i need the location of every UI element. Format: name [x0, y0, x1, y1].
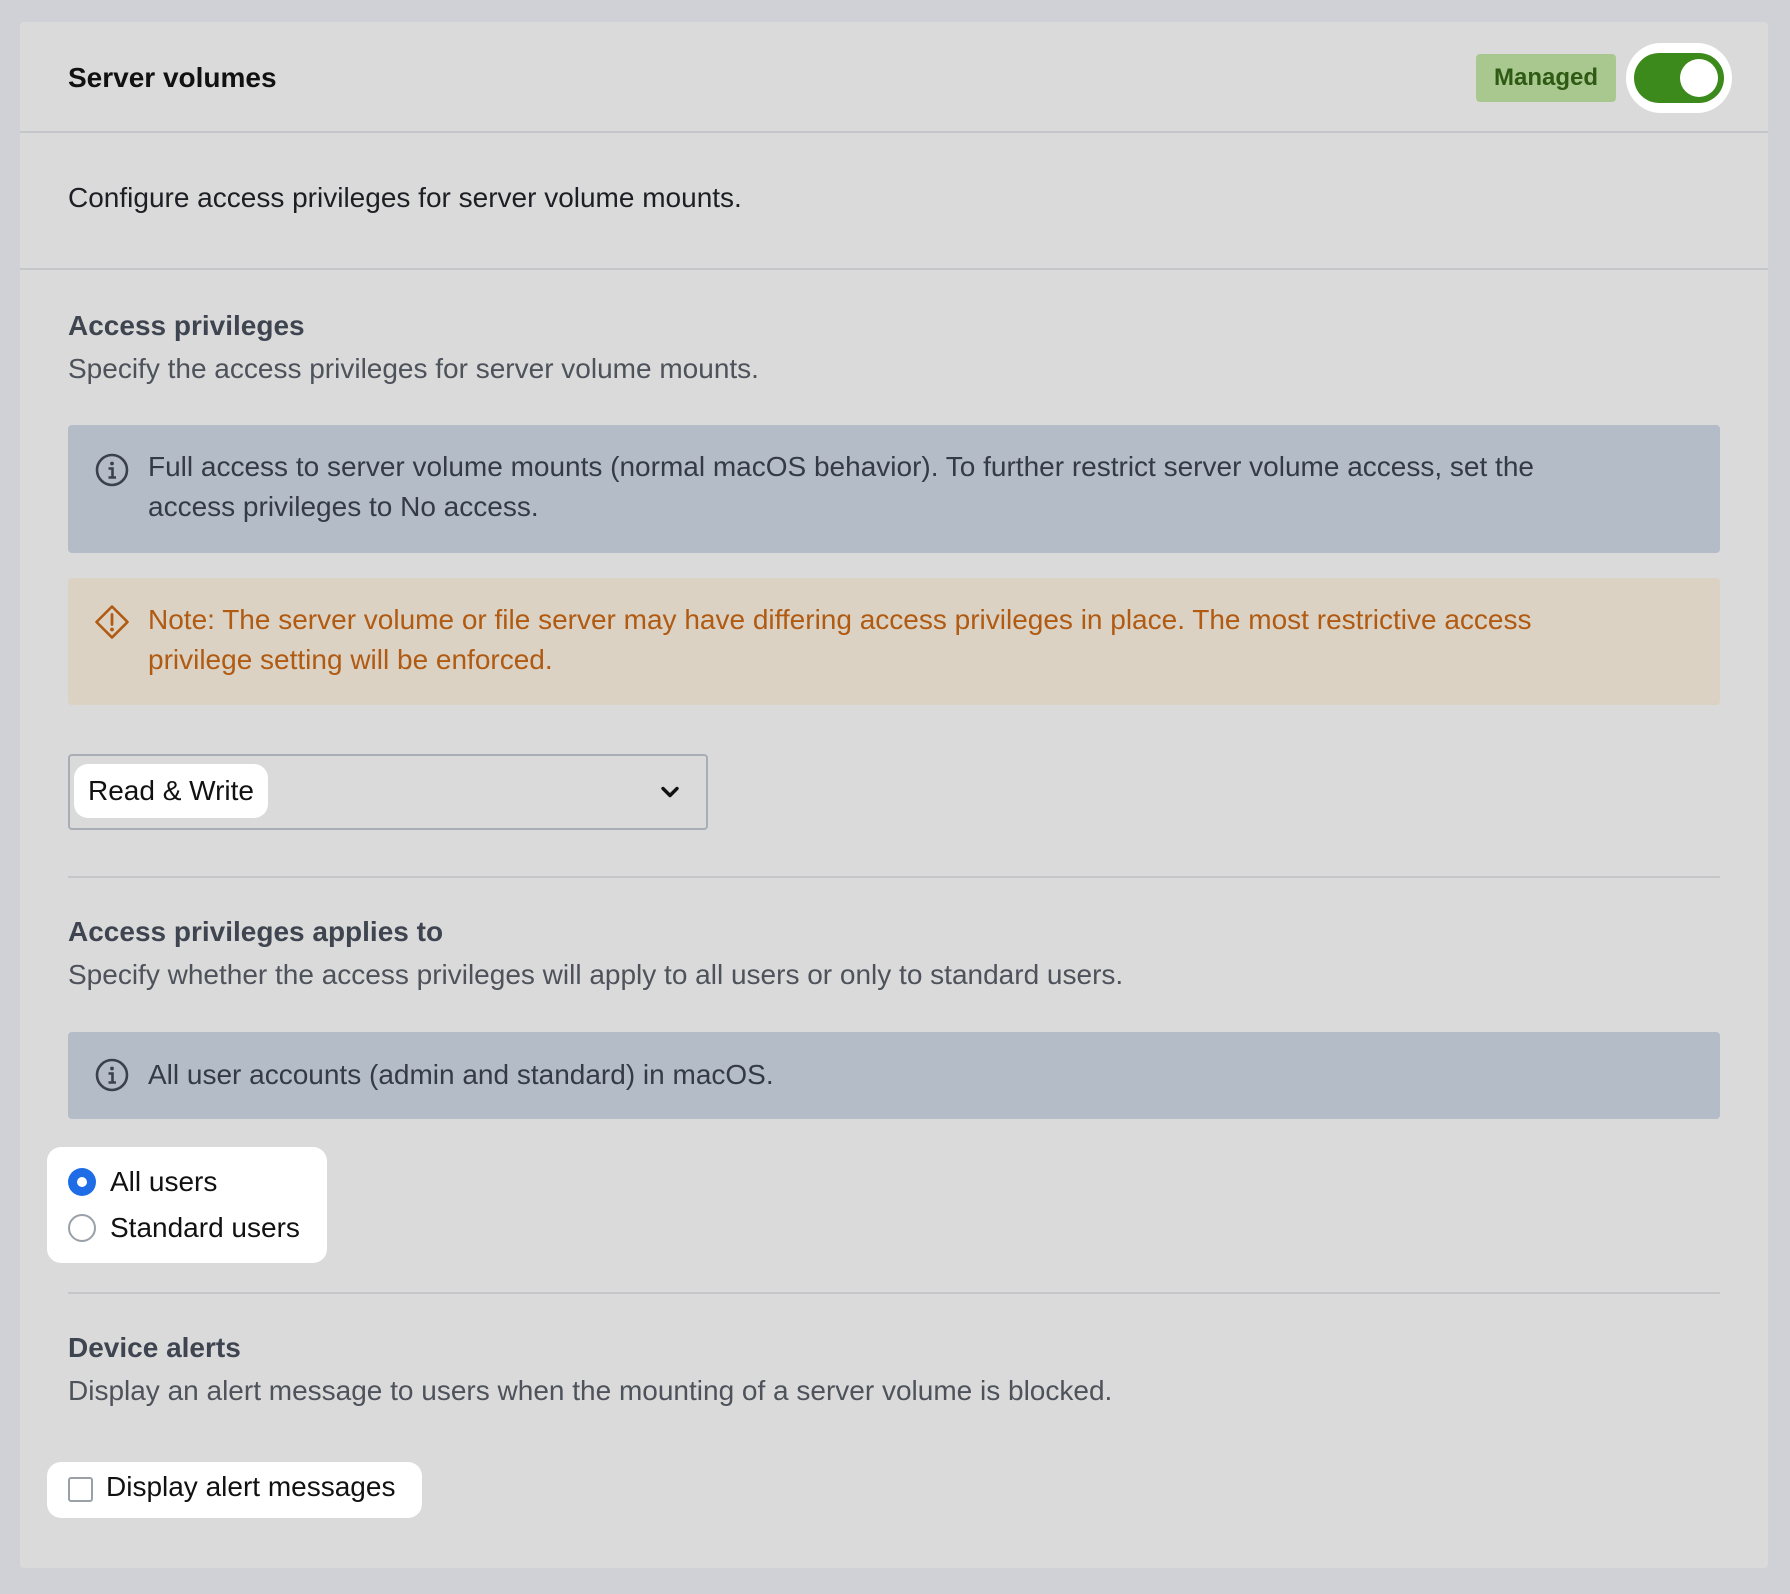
card-title: Server volumes — [68, 62, 277, 93]
info-circle-icon — [95, 453, 129, 487]
managed-toggle[interactable] — [1634, 53, 1724, 103]
managed-badge: Managed — [1476, 54, 1616, 102]
applies-to-subtitle: Specify whether the access privileges wi… — [68, 959, 1124, 990]
access-privileges-subtitle: Specify the access privileges for server… — [68, 353, 759, 384]
radio-option-all-users[interactable]: All users — [68, 1166, 217, 1198]
toggle-knob — [1680, 59, 1718, 97]
access-privileges-title: Access privileges — [68, 310, 305, 341]
radio-option-standard-users[interactable]: Standard users — [68, 1212, 300, 1244]
applies-to-info-text: All user accounts (admin and standard) i… — [148, 1059, 774, 1090]
display-alert-messages-option[interactable]: Display alert messages — [47, 1462, 422, 1518]
access-privileges-select[interactable]: Read & Write — [68, 754, 708, 830]
access-privileges-warning-box: Note: The server volume or file server m… — [68, 578, 1720, 705]
section-divider — [68, 876, 1720, 878]
applies-to-info-box: All user accounts (admin and standard) i… — [68, 1032, 1720, 1119]
card-description: Configure access privileges for server v… — [68, 182, 742, 213]
applies-to-title: Access privileges applies to — [68, 916, 444, 947]
info-circle-icon — [95, 1058, 129, 1092]
section-divider — [68, 1292, 1720, 1294]
access-privileges-selected-value: Read & Write — [74, 764, 268, 818]
access-privileges-warning-text: Note: The server volume or file server m… — [148, 604, 1532, 675]
radio-label-standard-users: Standard users — [110, 1212, 300, 1243]
description-section: Configure access privileges for server v… — [20, 133, 1768, 270]
display-alert-messages-label: Display alert messages — [106, 1471, 396, 1502]
access-privileges-info-text: Full access to server volume mounts (nor… — [148, 451, 1534, 522]
warning-diamond-icon — [95, 605, 129, 639]
card-header: Server volumes Managed — [20, 22, 1768, 133]
applies-to-radio-group: All users Standard users — [47, 1147, 327, 1263]
radio-label-all-users: All users — [110, 1166, 218, 1197]
device-alerts-subtitle: Display an alert message to users when t… — [68, 1375, 1113, 1406]
display-alert-messages-checkbox[interactable] — [68, 1477, 93, 1502]
radio-button-checked[interactable] — [68, 1168, 96, 1196]
chevron-down-icon — [661, 786, 679, 798]
radio-button-unchecked[interactable] — [68, 1214, 96, 1242]
access-privileges-info-box: Full access to server volume mounts (nor… — [68, 425, 1720, 553]
device-alerts-title: Device alerts — [68, 1332, 241, 1363]
